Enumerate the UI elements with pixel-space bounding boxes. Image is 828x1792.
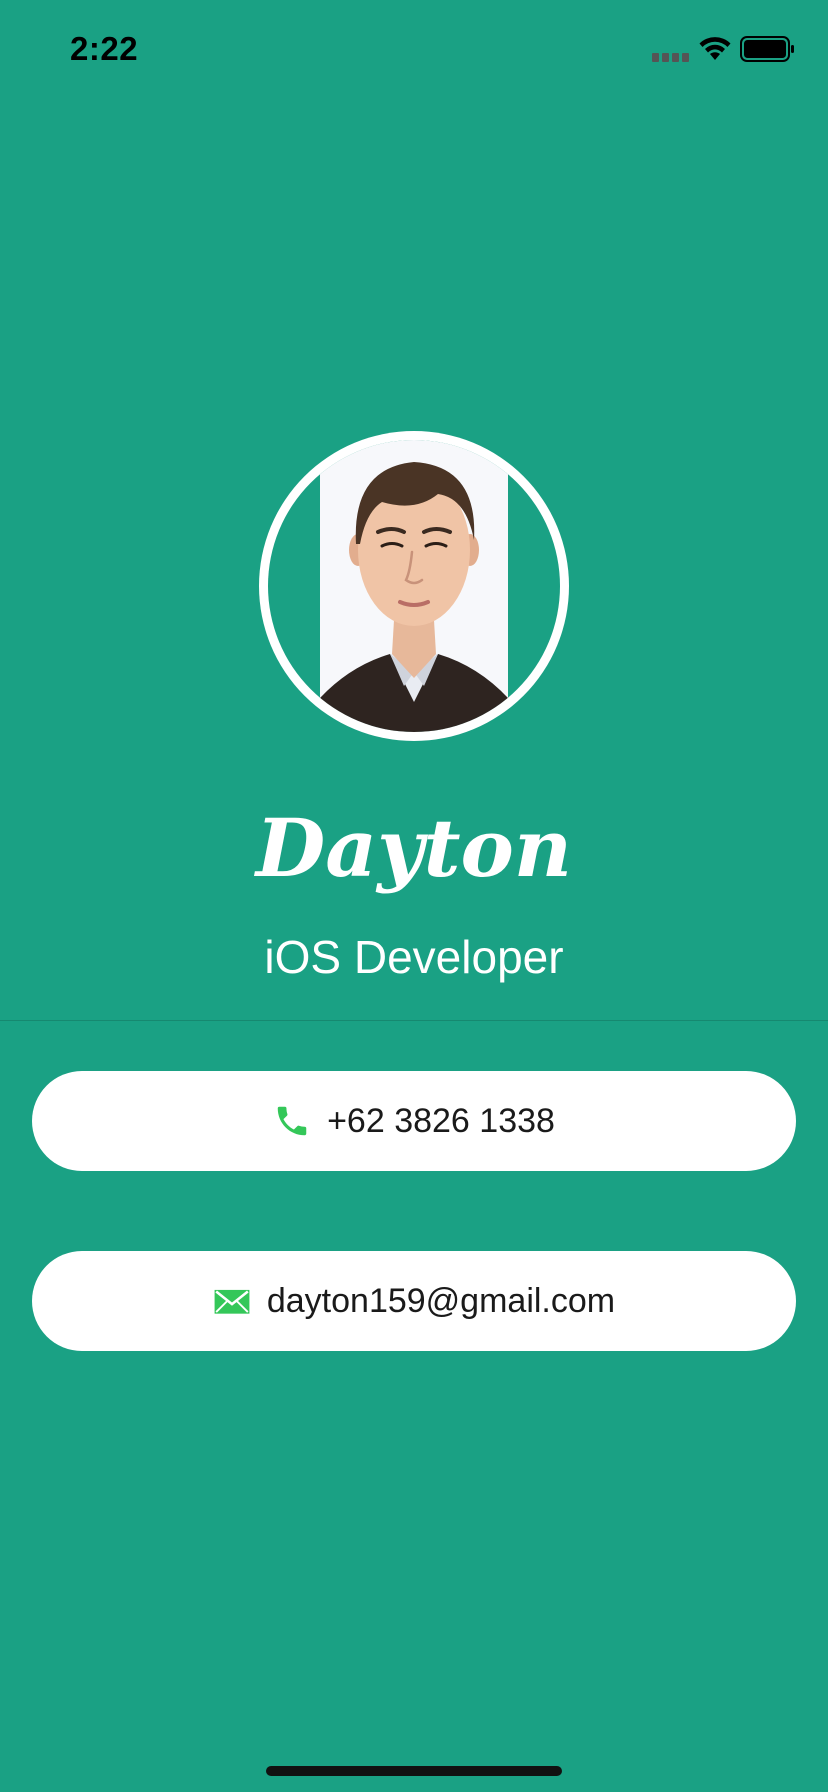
- avatar-frame: [268, 440, 560, 732]
- home-indicator[interactable]: [266, 1766, 562, 1776]
- email-address: dayton159@gmail.com: [266, 1282, 616, 1320]
- email-contact-card[interactable]: dayton159@gmail.com: [32, 1251, 796, 1351]
- envelope-icon: [214, 1289, 250, 1314]
- status-bar: 2:22: [0, 0, 828, 100]
- battery-icon: [740, 36, 794, 62]
- status-time: 2:22: [70, 30, 139, 67]
- profile-name: Dayton: [255, 801, 573, 895]
- phone-contact-card[interactable]: +62 3826 1338: [32, 1071, 796, 1171]
- cellular-signal-icon: [652, 53, 689, 62]
- phone-icon: [277, 1106, 307, 1136]
- wifi-icon: [699, 37, 731, 60]
- phone-number: +62 3826 1338: [327, 1102, 555, 1140]
- profile-title: iOS Developer: [264, 931, 564, 983]
- avatar: [259, 431, 569, 741]
- profile-photo: [320, 440, 508, 732]
- divider: [0, 1020, 828, 1021]
